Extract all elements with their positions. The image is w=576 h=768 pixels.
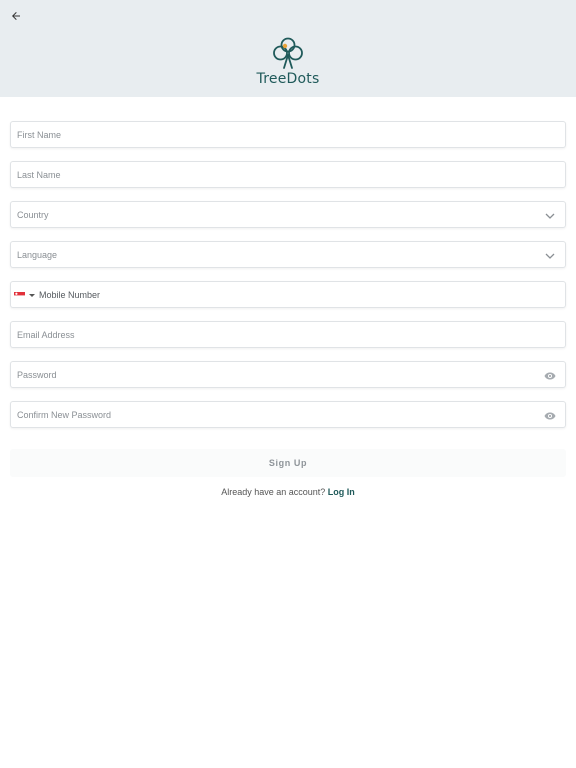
- app-header: TreeDots: [0, 0, 576, 97]
- mobile-number-input[interactable]: [11, 282, 565, 307]
- password-input[interactable]: [11, 362, 565, 387]
- treedots-logo-icon: [273, 37, 303, 69]
- sign-up-button[interactable]: Sign Up: [10, 449, 566, 477]
- mobile-number-field[interactable]: [10, 281, 566, 308]
- first-name-field[interactable]: [10, 121, 566, 148]
- country-label: Country: [17, 210, 49, 220]
- signup-form: Country Language: [10, 121, 566, 441]
- eye-icon[interactable]: [544, 410, 556, 422]
- chevron-down-icon[interactable]: [544, 250, 556, 262]
- login-prompt-text: Already have an account?: [221, 487, 326, 497]
- treedots-logo: TreeDots: [248, 36, 328, 88]
- last-name-field[interactable]: [10, 161, 566, 188]
- chevron-down-icon[interactable]: [544, 210, 556, 222]
- last-name-input[interactable]: [11, 162, 565, 187]
- confirm-password-input[interactable]: [11, 402, 565, 427]
- back-button[interactable]: [6, 6, 26, 26]
- language-label: Language: [17, 250, 58, 260]
- logo-text: TreeDots: [256, 71, 320, 87]
- confirm-password-field[interactable]: [10, 401, 566, 428]
- eye-icon[interactable]: [544, 370, 556, 382]
- language-select[interactable]: Language: [10, 241, 566, 268]
- log-in-link[interactable]: Log In: [328, 487, 355, 497]
- login-prompt: Already have an account? Log In: [0, 487, 576, 497]
- email-input[interactable]: [11, 322, 565, 347]
- arrow-left-icon: [12, 12, 20, 20]
- email-field[interactable]: [10, 321, 566, 348]
- password-field[interactable]: [10, 361, 566, 388]
- first-name-input[interactable]: [11, 122, 565, 147]
- country-select[interactable]: Country: [10, 201, 566, 228]
